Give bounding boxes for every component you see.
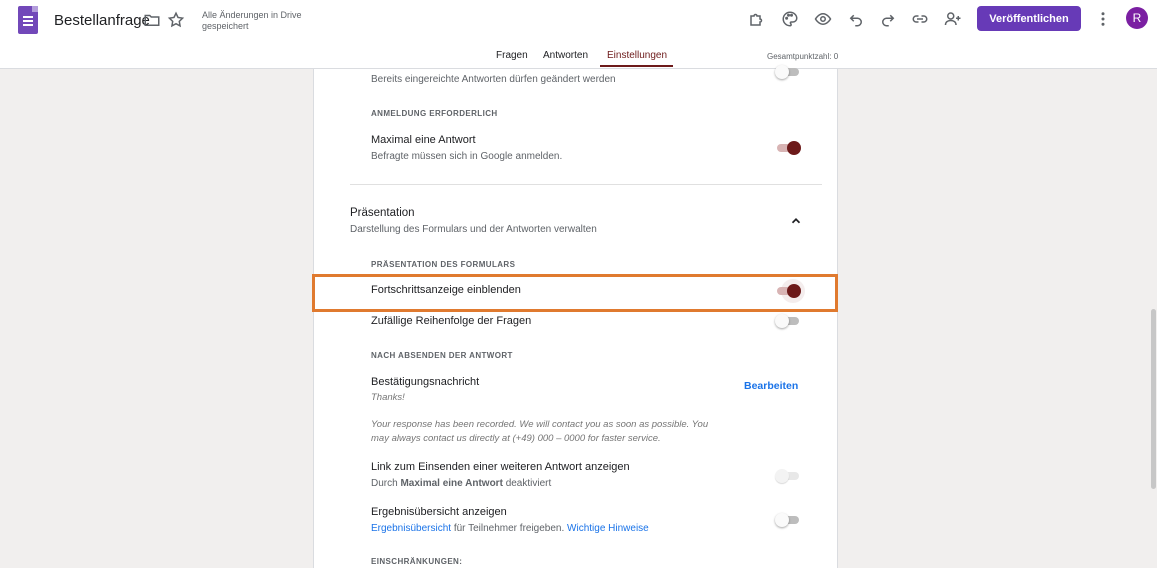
edit-responses-description: Bereits eingereichte Antworten dürfen ge… — [371, 74, 616, 85]
another-response-link-toggle — [775, 469, 801, 483]
max-one-description: Befragte müssen sich in Google anmelden. — [371, 151, 563, 162]
presentation-description: Darstellung des Formulars und der Antwor… — [350, 224, 597, 235]
progress-bar-title: Fortschrittsanzeige einblenden — [371, 284, 521, 296]
form-presentation-heading: PRÄSENTATION DES FORMULARS — [371, 260, 516, 269]
edit-responses-toggle[interactable] — [775, 65, 801, 79]
undo-icon[interactable] — [846, 9, 866, 29]
redo-icon[interactable] — [878, 9, 898, 29]
palette-icon[interactable] — [780, 9, 800, 29]
progress-bar-toggle[interactable] — [775, 279, 805, 303]
page-scrollbar[interactable] — [1150, 69, 1157, 568]
user-avatar[interactable]: R — [1126, 7, 1148, 29]
active-tab-indicator — [600, 65, 673, 67]
confirmation-message: Your response has been recorded. We will… — [371, 419, 709, 444]
add-collaborator-icon[interactable] — [943, 9, 963, 29]
confirmation-thanks: Thanks! — [371, 392, 405, 403]
after-submit-heading: NACH ABSENDEN DER ANTWORT — [371, 351, 513, 360]
star-icon[interactable] — [167, 11, 185, 29]
form-tabs: Fragen Antworten Einstellungen Gesamtpun… — [0, 48, 1157, 68]
presentation-title[interactable]: Präsentation — [350, 207, 415, 219]
form-title[interactable]: Bestellanfrage — [54, 12, 150, 29]
login-section-heading: ANMELDUNG ERFORDERLICH — [371, 109, 498, 118]
restrictions-heading: EINSCHRÄNKUNGEN: — [371, 557, 463, 566]
shuffle-questions-title: Zufällige Reihenfolge der Fragen — [371, 315, 532, 327]
tab-responses[interactable]: Antworten — [543, 50, 588, 61]
section-divider — [350, 184, 822, 185]
forms-logo-icon[interactable] — [18, 6, 38, 34]
another-response-link-title: Link zum Einsenden einer weiteren Antwor… — [371, 461, 630, 473]
app-header: Bestellanfrage Alle Änderungen in Drive … — [0, 0, 1157, 69]
publish-button[interactable]: Veröffentlichen — [977, 6, 1081, 31]
total-points: Gesamtpunktzahl: 0 — [767, 52, 839, 61]
important-notes-link[interactable]: Wichtige Hinweise — [567, 523, 649, 534]
tab-settings[interactable]: Einstellungen — [607, 50, 667, 61]
edit-confirmation-button[interactable]: Bearbeiten — [744, 380, 798, 392]
results-summary-title: Ergebnisübersicht anzeigen — [371, 506, 507, 518]
settings-card: Bereits eingereichte Antworten dürfen ge… — [313, 65, 838, 568]
another-response-link-description: Durch Maximal eine Antwort deaktiviert — [371, 478, 552, 489]
preview-eye-icon[interactable] — [813, 9, 833, 29]
tab-questions[interactable]: Fragen — [496, 50, 528, 61]
link-icon[interactable] — [910, 9, 930, 29]
addons-puzzle-icon[interactable] — [747, 9, 767, 29]
results-summary-link[interactable]: Ergebnisübersicht — [371, 523, 451, 534]
folder-icon[interactable] — [143, 11, 161, 29]
save-status: Alle Änderungen in Drive gespeichert — [202, 10, 302, 31]
scrollbar-thumb[interactable] — [1151, 309, 1156, 489]
results-summary-description: Ergebnisübersicht für Teilnehmer freigeb… — [371, 523, 649, 534]
shuffle-questions-toggle[interactable] — [775, 314, 801, 328]
more-options-icon[interactable] — [1094, 9, 1112, 29]
confirmation-title: Bestätigungsnachricht — [371, 376, 480, 388]
max-one-toggle[interactable] — [775, 141, 801, 155]
results-summary-toggle[interactable] — [775, 513, 801, 527]
collapse-chevron-up-icon[interactable] — [789, 214, 803, 228]
max-one-title: Maximal eine Antwort — [371, 134, 476, 146]
